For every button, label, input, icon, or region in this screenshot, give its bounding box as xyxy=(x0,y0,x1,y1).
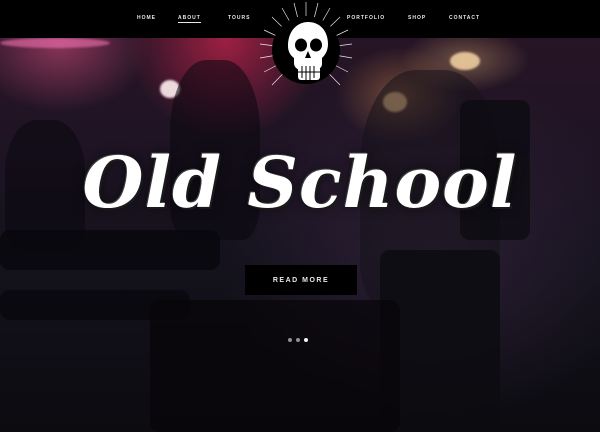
hero-title-text: Old School xyxy=(82,141,518,224)
nav-item-tours[interactable]: Tours xyxy=(228,15,250,21)
hero-title: Old School xyxy=(80,118,520,248)
nav-item-contact[interactable]: Contact xyxy=(449,15,480,21)
slider-dot-1[interactable] xyxy=(288,338,292,342)
skull-icon xyxy=(259,2,353,86)
read-more-button[interactable]: Read More xyxy=(245,265,357,295)
slider-dot-2[interactable] xyxy=(296,338,300,342)
nav-item-shop[interactable]: Shop xyxy=(408,15,426,21)
slider-pagination-dots xyxy=(288,337,316,343)
page: Home About Tours Portfolio Shop Contact xyxy=(0,0,600,432)
nav-item-about[interactable]: About xyxy=(178,15,201,23)
skull-logo[interactable] xyxy=(258,0,354,100)
slider-dot-3[interactable] xyxy=(304,338,308,342)
nav-item-home[interactable]: Home xyxy=(137,15,156,21)
